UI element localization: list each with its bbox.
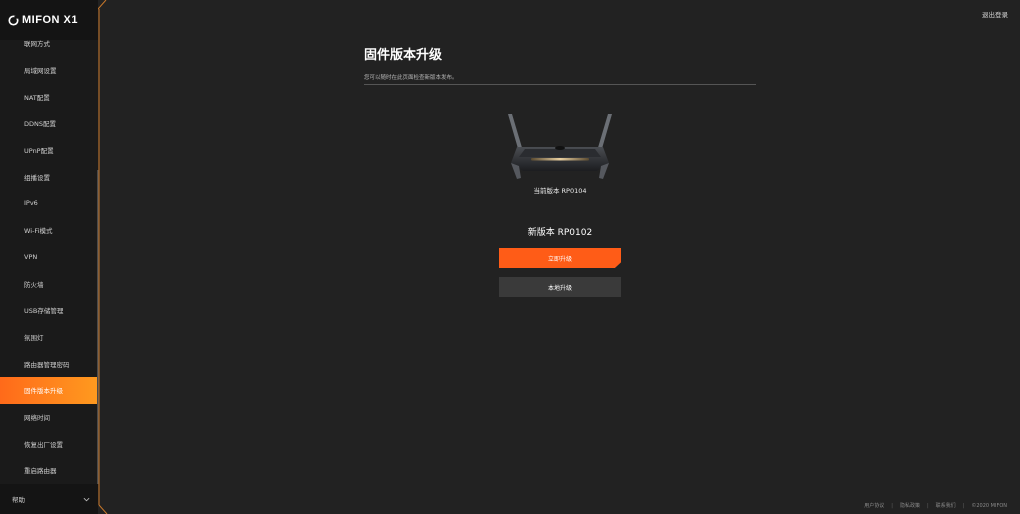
contact-us-link[interactable]: 联系我们 xyxy=(936,502,956,509)
sidebar-item-label: USB存储管理 xyxy=(24,307,64,316)
sidebar-item-usb-storage[interactable]: USB存储管理 xyxy=(0,297,98,324)
sidebar-item-label: 路由器管理密码 xyxy=(24,360,70,369)
sidebar-item-label: 恢复出厂设置 xyxy=(24,440,63,449)
mifon-logo-icon xyxy=(8,14,19,26)
chevron-down-icon xyxy=(83,497,90,501)
help-menu[interactable]: 帮助 xyxy=(0,484,98,514)
footer-separator: | xyxy=(926,502,929,509)
logout-link[interactable]: 退出登录 xyxy=(982,9,1008,19)
sidebar-item-lan-settings[interactable]: 局域网设置 xyxy=(0,57,98,84)
page-subtitle: 您可以随时在此页面检查新版本发布。 xyxy=(364,75,458,81)
sidebar-item-label: 固件版本升级 xyxy=(24,387,63,396)
page-title: 固件版本升级 xyxy=(364,48,443,63)
copyright: ©2020 MIFON xyxy=(971,502,1007,509)
sidebar-item-vpn[interactable]: VPN xyxy=(0,244,98,271)
sidebar-item-label: 局域网设置 xyxy=(24,67,57,76)
sidebar-item-upnp[interactable]: UPnP配置 xyxy=(0,137,98,164)
sidebar-item-connection-mode[interactable]: 联网方式 xyxy=(0,30,98,57)
sidebar-item-label: NAT配置 xyxy=(24,93,50,102)
new-version: 新版本 RP0102 xyxy=(527,228,593,238)
sidebar-item-label: Wi-Fi模式 xyxy=(24,227,53,236)
sidebar-item-admin-password[interactable]: 路由器管理密码 xyxy=(0,350,98,377)
sidebar-item-ipv6[interactable]: IPv6 xyxy=(0,190,98,217)
sidebar-item-firmware-upgrade[interactable]: 固件版本升级 xyxy=(0,376,98,404)
sidebar-item-label: 组播设置 xyxy=(24,173,50,182)
sidebar-item-reboot[interactable]: 重启路由器 xyxy=(0,457,98,484)
help-label: 帮助 xyxy=(12,496,25,504)
sidebar-item-label: 联网方式 xyxy=(24,40,50,49)
sidebar-item-network-time[interactable]: 网络时间 xyxy=(0,404,98,431)
upgrade-now-button[interactable]: 立即升级 xyxy=(499,248,621,268)
sidebar: MIFON X1 联网方式 局域网设置 NAT配置 DDNS配置 UPnP配置 … xyxy=(0,0,98,514)
user-agreement-link[interactable]: 用户协议 xyxy=(864,502,884,509)
sidebar-item-label: 重启路由器 xyxy=(24,467,57,476)
sidebar-item-multicast[interactable]: 组播设置 xyxy=(0,163,98,190)
sidebar-nav: 联网方式 局域网设置 NAT配置 DDNS配置 UPnP配置 组播设置 IPv6… xyxy=(0,30,98,484)
sidebar-item-label: IPv6 xyxy=(24,199,38,208)
sidebar-item-label: VPN xyxy=(24,252,38,261)
sidebar-item-label: 氛围灯 xyxy=(24,333,44,342)
privacy-policy-link[interactable]: 隐私政策 xyxy=(900,502,920,509)
sidebar-edge-accent xyxy=(98,0,108,514)
sidebar-item-wifi-mode[interactable]: Wi-Fi模式 xyxy=(0,217,98,244)
sidebar-item-ddns[interactable]: DDNS配置 xyxy=(0,110,98,137)
sidebar-item-label: 防火墙 xyxy=(24,280,44,289)
brand-name: MIFON X1 xyxy=(22,14,78,26)
local-upgrade-button[interactable]: 本地升级 xyxy=(499,277,621,297)
footer-separator: | xyxy=(891,502,893,509)
current-version: 当前版本 RP0104 xyxy=(533,187,587,195)
sidebar-item-ambient-light[interactable]: 氛围灯 xyxy=(0,324,98,351)
sidebar-item-factory-reset[interactable]: 恢复出厂设置 xyxy=(0,430,98,457)
sidebar-item-firewall[interactable]: 防火墙 xyxy=(0,270,98,297)
sidebar-item-label: UPnP配置 xyxy=(24,147,54,156)
sidebar-item-nat[interactable]: NAT配置 xyxy=(0,83,98,110)
footer-separator: | xyxy=(962,502,965,509)
footer: 用户协议 | 隐私政策 | 联系我们 | ©2020 MIFON xyxy=(864,502,1007,510)
sidebar-item-label: 网络时间 xyxy=(24,413,50,422)
sidebar-item-label: DDNS配置 xyxy=(24,120,56,129)
divider xyxy=(364,84,756,85)
router-image xyxy=(508,114,612,179)
main-content: 固件版本升级 您可以随时在此页面检查新版本发布。 xyxy=(364,44,756,81)
